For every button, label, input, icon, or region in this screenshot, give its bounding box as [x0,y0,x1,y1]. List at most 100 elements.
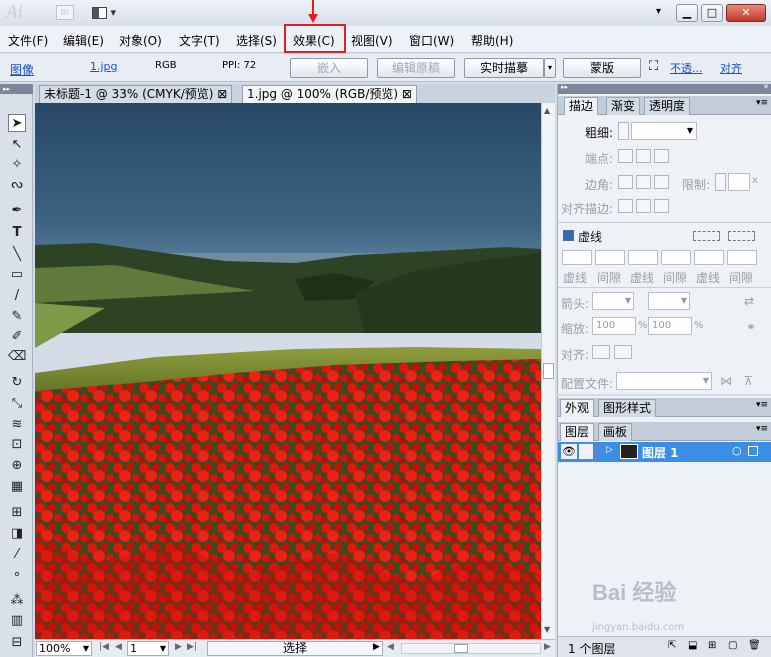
page-select[interactable]: 1 ▼ [127,641,169,656]
mesh-tool-icon[interactable]: ⊞ [8,504,26,522]
tab-close-icon[interactable]: ⊠ [402,87,412,101]
menu-select[interactable]: 选择(S) [236,32,277,49]
new-layer-icon[interactable]: ▢ [728,640,737,651]
arrow-extend-icon[interactable] [592,345,610,359]
direct-selection-tool-icon[interactable]: ↖ [8,136,26,154]
target-circle-icon[interactable]: ○ [732,444,742,457]
scale-tool-icon[interactable]: ⤡ [8,395,26,413]
type-tool-icon[interactable]: T [8,224,26,242]
align-inside-icon[interactable] [636,199,651,213]
paintbrush-tool-icon[interactable]: / [8,287,26,305]
make-clipping-mask-icon[interactable]: ⬓ [688,640,697,651]
menu-help[interactable]: 帮助(H) [471,32,513,49]
align-link[interactable]: 对齐 [720,60,742,76]
canvas-image[interactable] [35,103,541,639]
eraser-tool-icon[interactable]: ⌫ [8,348,26,366]
menu-object[interactable]: 对象(O) [119,32,162,49]
line-tool-icon[interactable]: ╲ [8,246,26,264]
flip-across-icon[interactable]: ⊼ [744,374,753,388]
selection-tool-icon[interactable]: ➤ [8,114,26,132]
perspective-grid-tool-icon[interactable]: ▦ [8,478,26,496]
panel-collapse-icon[interactable]: ▸▸ [561,83,568,91]
shape-builder-tool-icon[interactable]: ⊕ [8,457,26,475]
symbol-sprayer-tool-icon[interactable]: ⁂ [8,592,26,610]
minimize-button[interactable]: ▁ [676,4,698,22]
tab-graphic-styles[interactable]: 图形样式 [598,399,657,417]
bevel-join-icon[interactable] [654,175,669,189]
locate-object-icon[interactable]: ⇱ [668,640,676,651]
align-center-icon[interactable] [618,199,633,213]
dash-field-3[interactable] [694,250,724,265]
miter-join-icon[interactable] [618,175,633,189]
gap-field-3[interactable] [727,250,757,265]
eyedropper-tool-icon[interactable]: ⁄ [8,546,26,564]
lasso-tool-icon[interactable]: ᔓ [8,176,26,194]
projecting-cap-icon[interactable] [654,149,669,163]
blend-tool-icon[interactable]: ∘ [8,566,26,584]
rotate-tool-icon[interactable]: ↻ [8,374,26,392]
edit-original-button[interactable]: 编辑原稿 [377,58,455,78]
tab-layers[interactable]: 图层 [560,423,595,441]
pencil-tool-icon[interactable]: ✎ [8,308,26,326]
menu-edit[interactable]: 编辑(E) [63,32,104,49]
workspace-chevron-icon[interactable]: ▾ [656,6,661,17]
scroll-up-icon[interactable]: ▲ [544,106,550,115]
panel-close-icon[interactable]: ✕ [763,83,769,91]
tab-artboards[interactable]: 画板 [598,423,633,441]
delete-layer-icon[interactable]: 🗑 [748,640,761,651]
dash-field-2[interactable] [628,250,658,265]
tab-gradient[interactable]: 渐变 [606,97,641,115]
arrow-place-icon[interactable] [614,345,632,359]
align-outside-icon[interactable] [654,199,669,213]
arrange-documents-button[interactable]: ▾ [92,4,124,21]
gap-field-2[interactable] [661,250,691,265]
swap-arrows-icon[interactable]: ⇄ [744,294,754,308]
bridge-button[interactable]: Br [56,5,74,20]
status-menu-icon[interactable]: ▶ [373,642,380,652]
limit-stepper[interactable] [715,173,726,191]
end-scale-field[interactable]: 100 [648,317,692,335]
tab-appearance[interactable]: 外观 [560,399,595,417]
free-transform-tool-icon[interactable]: ⊡ [8,436,26,454]
next-page-icon[interactable]: ▶ [175,642,182,652]
round-cap-icon[interactable] [636,149,651,163]
limit-field[interactable] [728,173,750,191]
first-page-icon[interactable]: |◀ [99,642,109,652]
horizontal-scrollbar[interactable] [401,643,541,654]
blob-brush-tool-icon[interactable]: ✐ [8,328,26,346]
scroll-down-icon[interactable]: ▼ [544,625,550,634]
menu-window[interactable]: 窗口(W) [409,32,454,49]
live-trace-dropdown[interactable]: ▾ [544,58,556,78]
menu-view[interactable]: 视图(V) [351,32,393,49]
tab-1jpg[interactable]: 1.jpg @ 100% (RGB/预览) ⊠ [242,85,417,103]
butt-cap-icon[interactable] [618,149,633,163]
panel-menu-icon[interactable]: ▾≡ [756,98,768,108]
menu-type[interactable]: 文字(T) [179,32,220,49]
round-join-icon[interactable] [636,175,651,189]
tab-stroke[interactable]: 描边 [564,97,599,115]
vertical-scrollbar[interactable]: ▲ ▼ [541,103,555,639]
start-scale-field[interactable]: 100 [592,317,636,335]
zoom-select[interactable]: 100% ▼ [36,641,92,656]
link-scale-icon[interactable]: ⚭ [746,320,756,334]
gap-field-1[interactable] [595,250,625,265]
dashed-checkbox[interactable] [563,230,574,241]
close-button[interactable]: ✕ [726,4,766,22]
mask-button[interactable]: 蒙版 [563,58,641,78]
tab-transparency[interactable]: 透明度 [644,97,691,115]
live-trace-button[interactable]: 实时描摹 [464,58,544,78]
tab-untitled[interactable]: 未标题-1 @ 33% (CMYK/预览) ⊠ [39,85,233,103]
graph-tool-icon[interactable]: ▥ [8,612,26,630]
opacity-link[interactable]: 不透... [670,60,703,76]
expand-triangle-icon[interactable]: ▷ [606,445,613,455]
profile-select[interactable]: ▼ [616,372,712,390]
dash-align-icon[interactable] [728,231,755,241]
weight-stepper[interactable] [618,122,629,140]
gradient-tool-icon[interactable]: ◨ [8,525,26,543]
artboard-tool-icon[interactable]: ⊟ [8,634,26,652]
dash-preserve-icon[interactable] [693,231,720,241]
toolbox-collapse-icon[interactable]: ▸▸ [0,84,33,94]
last-page-icon[interactable]: ▶| [187,642,197,652]
scroll-thumb[interactable] [543,363,554,379]
visibility-eye-icon[interactable]: 👁 [561,444,577,459]
